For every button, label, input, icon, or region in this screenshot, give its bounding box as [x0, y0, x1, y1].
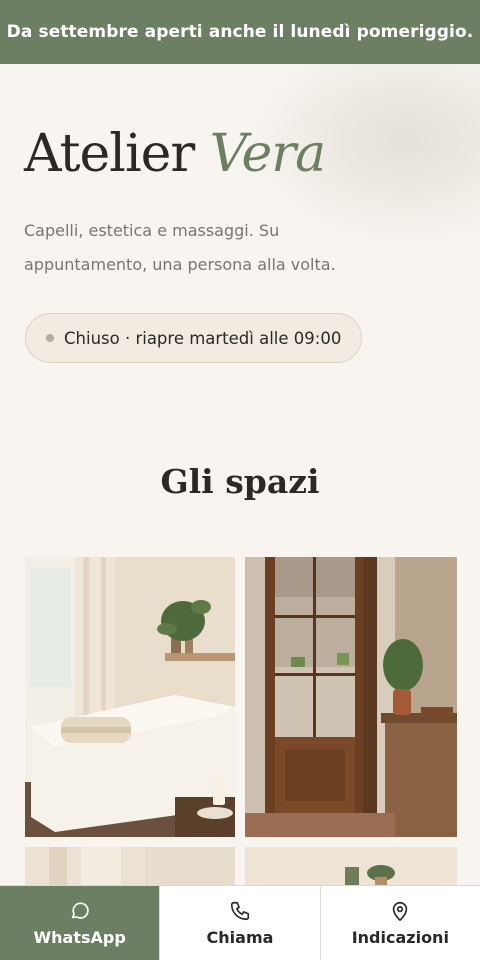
map-pin-icon	[393, 901, 408, 921]
hero-description: Capelli, estetica e massaggi. Su appunta…	[24, 221, 336, 274]
chat-bubble-icon	[71, 901, 89, 919]
title-accent: Vera	[209, 124, 326, 184]
spaces-title: Gli spazi	[160, 462, 320, 501]
whatsapp-button[interactable]: WhatsApp	[0, 886, 160, 960]
directions-button[interactable]: Indicazioni	[319, 886, 480, 960]
gallery-image-massage-room[interactable]	[25, 557, 235, 837]
page-title: Atelier Vera	[24, 128, 326, 180]
hero-section: Atelier Vera Capelli, estetica e massagg…	[0, 64, 480, 444]
call-button[interactable]: Chiama	[159, 886, 319, 960]
opening-status-badge: Chiuso · riapre martedì alle 09:00	[25, 313, 363, 363]
phone-icon	[230, 901, 250, 920]
gallery-image-interior-1[interactable]	[25, 847, 235, 887]
whatsapp-label: WhatsApp	[33, 927, 126, 947]
banner-text: Da settembre aperti anche il lunedì pome…	[6, 22, 474, 42]
gallery-image-interior-2[interactable]	[245, 847, 457, 887]
gallery-image-wooden-door[interactable]	[245, 557, 457, 837]
announcement-banner: Da settembre aperti anche il lunedì pome…	[0, 0, 480, 64]
directions-label: Indicazioni	[351, 927, 449, 947]
status-text: Chiuso · riapre martedì alle 09:00	[64, 328, 342, 348]
title-main: Atelier	[24, 124, 195, 184]
status-dot-icon	[46, 334, 54, 342]
bottom-action-bar: WhatsApp Chiama Indicazioni	[0, 885, 480, 960]
call-label: Chiama	[206, 927, 274, 947]
